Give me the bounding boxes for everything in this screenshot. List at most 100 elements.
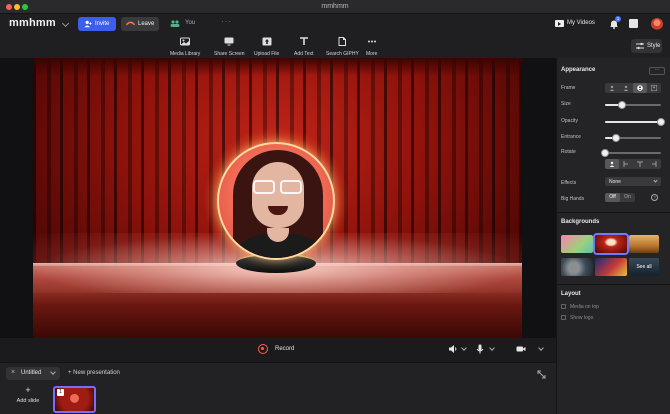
slide-thumbnail[interactable]: 1 xyxy=(53,386,96,413)
chevron-down-icon[interactable] xyxy=(50,369,56,375)
person-icon xyxy=(623,85,629,91)
see-all-backgrounds-button[interactable]: See all xyxy=(629,258,659,276)
more-icon xyxy=(367,40,376,43)
video-play-icon xyxy=(555,20,564,27)
toolbar-label: Search GIPHY xyxy=(326,51,359,57)
background-space-thumb[interactable] xyxy=(561,258,593,276)
add-slide-label: Add slide xyxy=(16,398,40,404)
stage-area xyxy=(0,58,556,362)
align-top-icon xyxy=(637,161,643,167)
size-slider[interactable] xyxy=(605,101,661,109)
effects-select[interactable]: None xyxy=(605,177,661,186)
search-giphy-button[interactable]: Search GIPHY xyxy=(326,37,359,57)
toolbar-label: Share Screen xyxy=(214,51,245,57)
chevron-down-icon[interactable] xyxy=(61,19,70,28)
opacity-label: Opacity xyxy=(561,118,578,124)
background-room-thumb[interactable] xyxy=(629,235,659,253)
upload-file-button[interactable]: Upload File xyxy=(254,37,279,57)
sliders-icon xyxy=(636,42,644,50)
toolbar: Media Library Share Screen Upload File A… xyxy=(0,34,670,58)
toolbar-label: Add Text xyxy=(294,51,314,57)
media-library-icon xyxy=(180,37,191,46)
frame-selector[interactable] xyxy=(605,83,661,93)
style-button[interactable]: Style xyxy=(631,39,662,53)
entrance-slider-knob[interactable] xyxy=(612,134,621,142)
entrance-label: Entrance xyxy=(561,134,582,140)
record-icon xyxy=(258,344,268,354)
share-screen-button[interactable]: Share Screen xyxy=(214,37,245,57)
chat-icon[interactable] xyxy=(629,19,638,28)
add-slide-button[interactable]: + Add slide xyxy=(8,386,48,412)
person-icon xyxy=(609,161,615,167)
checkbox[interactable] xyxy=(561,315,566,320)
effects-value: None xyxy=(609,179,621,185)
person-icon xyxy=(609,85,615,91)
layout-option-label: Media on top xyxy=(570,304,599,310)
help-icon[interactable]: ? xyxy=(651,194,658,201)
checkbox[interactable] xyxy=(561,304,566,309)
speaker-chevron-icon[interactable] xyxy=(461,345,467,351)
window-title: mmhmm xyxy=(321,3,349,10)
record-label: Record xyxy=(275,346,295,352)
opacity-slider[interactable] xyxy=(605,118,665,126)
background-art-thumb[interactable] xyxy=(595,258,627,276)
leave-label: Leave xyxy=(138,21,155,27)
big-hands-off-option[interactable]: Off xyxy=(605,193,620,202)
toolbar-label: Upload File xyxy=(254,51,280,57)
invite-button[interactable]: Invite xyxy=(78,17,116,31)
add-text-button[interactable]: Add Text xyxy=(294,37,313,57)
slides-strip: × Untitled + New presentation + Add slid… xyxy=(0,362,556,414)
share-screen-icon xyxy=(224,37,234,46)
add-person-icon xyxy=(84,20,92,28)
presentation-name: Untitled xyxy=(21,370,42,376)
window-titlebar: mmhmm xyxy=(0,0,670,14)
media-library-button[interactable]: Media Library xyxy=(170,37,200,57)
close-icon[interactable]: × xyxy=(11,369,15,376)
presenter-video-bubble[interactable] xyxy=(217,142,335,260)
big-hands-on-option[interactable]: On xyxy=(620,193,635,202)
people-icon xyxy=(170,20,180,27)
avatar[interactable] xyxy=(651,18,663,30)
leave-call-icon xyxy=(126,21,135,26)
glasses-left xyxy=(253,180,275,194)
expand-icon[interactable] xyxy=(537,370,546,379)
presentation-stage[interactable] xyxy=(33,58,522,338)
size-label: Size xyxy=(561,101,571,107)
app-logo[interactable]: mmhmm xyxy=(9,17,56,29)
opacity-slider-fill xyxy=(605,121,661,123)
style-label: Style xyxy=(647,43,661,49)
toolbar-label: More xyxy=(366,51,378,57)
appearance-more-button[interactable]: ··· xyxy=(649,67,665,75)
presentation-tab[interactable]: × Untitled xyxy=(6,367,60,380)
position-selector[interactable] xyxy=(605,159,661,169)
appearance-title: Appearance xyxy=(561,67,596,73)
opacity-slider-knob[interactable] xyxy=(657,118,665,126)
more-button[interactable]: More xyxy=(366,37,377,57)
rotate-slider-knob[interactable] xyxy=(601,149,609,157)
camera-icon[interactable] xyxy=(516,344,526,354)
entrance-slider[interactable] xyxy=(605,134,661,142)
align-right-icon xyxy=(652,161,657,167)
camera-chevron-icon[interactable] xyxy=(538,345,544,351)
background-gradient-thumb[interactable] xyxy=(561,235,593,253)
rotate-slider[interactable] xyxy=(601,149,661,157)
leave-button[interactable]: Leave xyxy=(121,17,159,31)
invite-label: Invite xyxy=(95,21,110,27)
giphy-icon xyxy=(338,37,347,46)
new-presentation-button[interactable]: + New presentation xyxy=(68,370,120,376)
notification-badge: 1 xyxy=(615,16,621,22)
backgrounds-title: Backgrounds xyxy=(561,219,600,225)
big-hands-toggle[interactable]: Off On xyxy=(605,193,635,202)
microphone-chevron-icon[interactable] xyxy=(489,345,495,351)
speaker-icon[interactable] xyxy=(448,344,458,354)
frame-label: Frame xyxy=(561,85,576,91)
microphone-icon[interactable] xyxy=(475,344,485,354)
more-dots-icon[interactable]: ··· xyxy=(221,17,232,26)
panel-divider xyxy=(557,284,670,285)
align-left-icon xyxy=(623,161,628,167)
background-stage-thumb[interactable] xyxy=(593,233,629,255)
panel-divider xyxy=(557,212,670,213)
size-slider-knob[interactable] xyxy=(617,101,626,109)
curtain-valance xyxy=(33,58,522,76)
person-circle-icon xyxy=(637,85,643,91)
